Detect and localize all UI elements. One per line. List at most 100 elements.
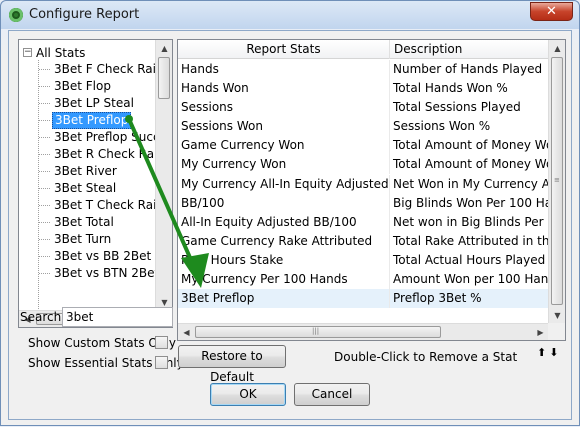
cell-description: Amount Won per 100 Hands in xyxy=(390,270,549,290)
cell-description: Preflop 3Bet % xyxy=(390,289,549,309)
tree-root[interactable]: − All Stats xyxy=(23,44,85,61)
tree-item[interactable]: 3Bet Preflop Succ xyxy=(52,129,157,146)
tree-connector xyxy=(39,205,50,206)
collapse-icon[interactable]: − xyxy=(23,48,32,57)
tree-connector xyxy=(39,103,50,104)
column-header-report-stats[interactable]: Report Stats xyxy=(178,40,390,59)
essential-stats-only-checkbox[interactable] xyxy=(155,356,168,369)
tree-connector xyxy=(39,86,50,87)
tree-connector xyxy=(39,171,50,172)
column-header-description[interactable]: Description xyxy=(390,40,549,59)
cell-description: Net won in Big Blinds Per 100 H xyxy=(390,212,549,232)
tree-connector xyxy=(39,137,50,138)
cell-report-stat: Game Currency Won xyxy=(178,136,390,156)
tree-connector xyxy=(39,154,50,155)
poker-chip-icon xyxy=(9,8,23,22)
tree-connector xyxy=(39,222,50,223)
cell-description: Total Hands Won % xyxy=(390,79,549,99)
table-row[interactable]: Game Currency Rake Attributed Total Rake … xyxy=(178,231,549,251)
custom-stats-only-label: Show Custom Stats Only xyxy=(28,336,176,350)
grid-header: Report Stats Description xyxy=(178,40,549,59)
cell-report-stat: Sessions xyxy=(178,98,390,118)
table-row[interactable]: My Currency WonTotal Amount of Money Won… xyxy=(178,155,549,175)
cell-description: Total Rake Attributed in the Ga xyxy=(390,231,549,251)
tree-item[interactable]: 3Bet Steal xyxy=(52,180,118,197)
grid-hscroll-thumb[interactable]: ||| xyxy=(195,326,441,338)
configure-report-dialog: Configure Report ✕ − All Stats 3Bet F Ch… xyxy=(0,0,580,426)
tree-item[interactable]: 3Bet LP Steal xyxy=(52,95,136,112)
cell-report-stat: My Currency Won xyxy=(178,155,390,175)
scroll-up-icon[interactable]: ▲ xyxy=(156,40,173,57)
cell-description: Sessions Won % xyxy=(390,117,549,137)
search-input[interactable] xyxy=(62,307,173,327)
tree-item[interactable]: 3Bet vs BB 2Bet xyxy=(52,248,153,265)
grid-vertical-scrollbar[interactable]: ▲ ≡ ▼ xyxy=(548,40,565,324)
remove-stat-hint: Double-Click to Remove a Stat xyxy=(334,350,518,364)
close-button[interactable]: ✕ xyxy=(530,2,573,21)
grid-scroll-left-icon[interactable]: ◀ xyxy=(178,324,195,340)
search-label: Search: xyxy=(20,310,66,324)
tree-connector xyxy=(39,120,50,121)
stats-tree[interactable]: − All Stats 3Bet F Check Rais 3Bet Flop 3B… xyxy=(18,39,173,328)
grid-scroll-down-icon[interactable]: ▼ xyxy=(549,307,565,324)
table-row[interactable]: Hands Number of Hands Played xyxy=(178,60,549,79)
custom-stats-only-checkbox[interactable] xyxy=(155,336,168,349)
table-row[interactable]: BB/100 Big Blinds Won Per 100 Hans xyxy=(178,193,549,213)
tree-item[interactable]: 3Bet Flop xyxy=(52,78,113,95)
cell-report-stat: BB/100 xyxy=(178,193,390,213)
cell-report-stat: Sessions Won xyxy=(178,117,390,137)
table-row[interactable]: Sessions Total Sessions Played xyxy=(178,98,549,118)
cell-report-stat: Real Hours Stake xyxy=(178,250,390,270)
cell-report-stat: Hands Won xyxy=(178,79,390,99)
tree-connector xyxy=(39,69,50,70)
table-row[interactable]: Sessions Won Sessions Won % xyxy=(178,117,549,137)
tree-connector xyxy=(39,188,50,189)
table-row[interactable]: Hands Won Total Hands Won % xyxy=(178,79,549,99)
tree-vertical-scrollbar[interactable]: ▲ ▼ xyxy=(155,40,172,311)
tree-item[interactable]: 3Bet F Check Rais xyxy=(52,61,157,78)
grid-scroll-corner xyxy=(548,323,565,340)
table-row[interactable]: Real Hours Stake Total Actual Hours Playe… xyxy=(178,250,549,270)
grid-scroll-right-icon[interactable]: ▶ xyxy=(532,324,549,340)
tree-item[interactable]: 3Bet Preflop xyxy=(52,112,132,129)
cell-report-stat: All-In Equity Adjusted BB/100 xyxy=(178,212,390,232)
table-row[interactable]: 3Bet Preflop Preflop 3Bet % xyxy=(178,289,549,309)
tree-root-label: All Stats xyxy=(36,45,86,60)
dialog-body: − All Stats 3Bet F Check Rais 3Bet Flop 3B… xyxy=(8,30,572,420)
cell-report-stat: My Currency All-In Equity Adjusted xyxy=(178,174,390,194)
cell-report-stat: My Currency Per 100 Hands xyxy=(178,270,390,290)
cell-description: Net Won in My Currency Adju xyxy=(390,174,549,194)
tree-connector xyxy=(39,256,50,257)
cell-description: Number of Hands Played xyxy=(390,60,549,79)
report-stats-grid[interactable]: Report Stats Description Hands Number of … xyxy=(177,39,566,341)
grid-scroll-up-icon[interactable]: ▲ xyxy=(549,40,565,57)
cancel-button[interactable]: Cancel xyxy=(294,383,370,406)
tree-connector xyxy=(39,273,50,274)
grid-horizontal-scrollbar[interactable]: ◀ ||| ▶ xyxy=(178,323,549,340)
table-row[interactable]: All-In Equity Adjusted BB/100 Net won in … xyxy=(178,212,549,232)
move-up-down-icon[interactable]: ⬆⬇ xyxy=(537,346,561,359)
tree-scroll-thumb[interactable] xyxy=(158,57,170,99)
cell-description: Total Amount of Money Won i xyxy=(390,136,549,156)
window-title: Configure Report xyxy=(29,7,140,22)
cell-description: Big Blinds Won Per 100 Hans xyxy=(390,193,549,213)
cell-description: Total Sessions Played xyxy=(390,98,549,118)
cell-report-stat: Hands xyxy=(178,60,390,79)
restore-default-button[interactable]: Restore to Default xyxy=(178,345,286,384)
table-row[interactable]: My Currency Per 100 Hands Amount Won per … xyxy=(178,270,549,290)
tree-viewport: − All Stats 3Bet F Check Rais 3Bet Flop 3B… xyxy=(19,40,157,311)
tree-item[interactable]: 3Bet R Check Rais xyxy=(52,146,157,163)
tree-item[interactable]: 3Bet T Check Rais xyxy=(52,197,157,214)
grid-scroll-thumb[interactable]: ≡ xyxy=(551,57,563,305)
tree-item[interactable]: 3Bet Turn xyxy=(52,231,113,248)
tree-item[interactable]: 3Bet Total xyxy=(52,214,116,231)
tree-item[interactable]: 3Bet River xyxy=(52,163,119,180)
tree-item[interactable]: 3Bet vs BTN 2Bet xyxy=(52,265,157,282)
grid-rows: Hands Number of Hands Played Hands Won Tota… xyxy=(178,60,549,324)
cell-report-stat: 3Bet Preflop xyxy=(178,289,390,309)
tree-connector xyxy=(39,239,50,240)
cell-description: Total Amount of Money Won i xyxy=(390,155,549,175)
ok-button[interactable]: OK xyxy=(210,383,286,406)
table-row[interactable]: My Currency All-In Equity Adjusted Net Wo… xyxy=(178,174,549,194)
table-row[interactable]: Game Currency Won Total Amount of Money W… xyxy=(178,136,549,156)
